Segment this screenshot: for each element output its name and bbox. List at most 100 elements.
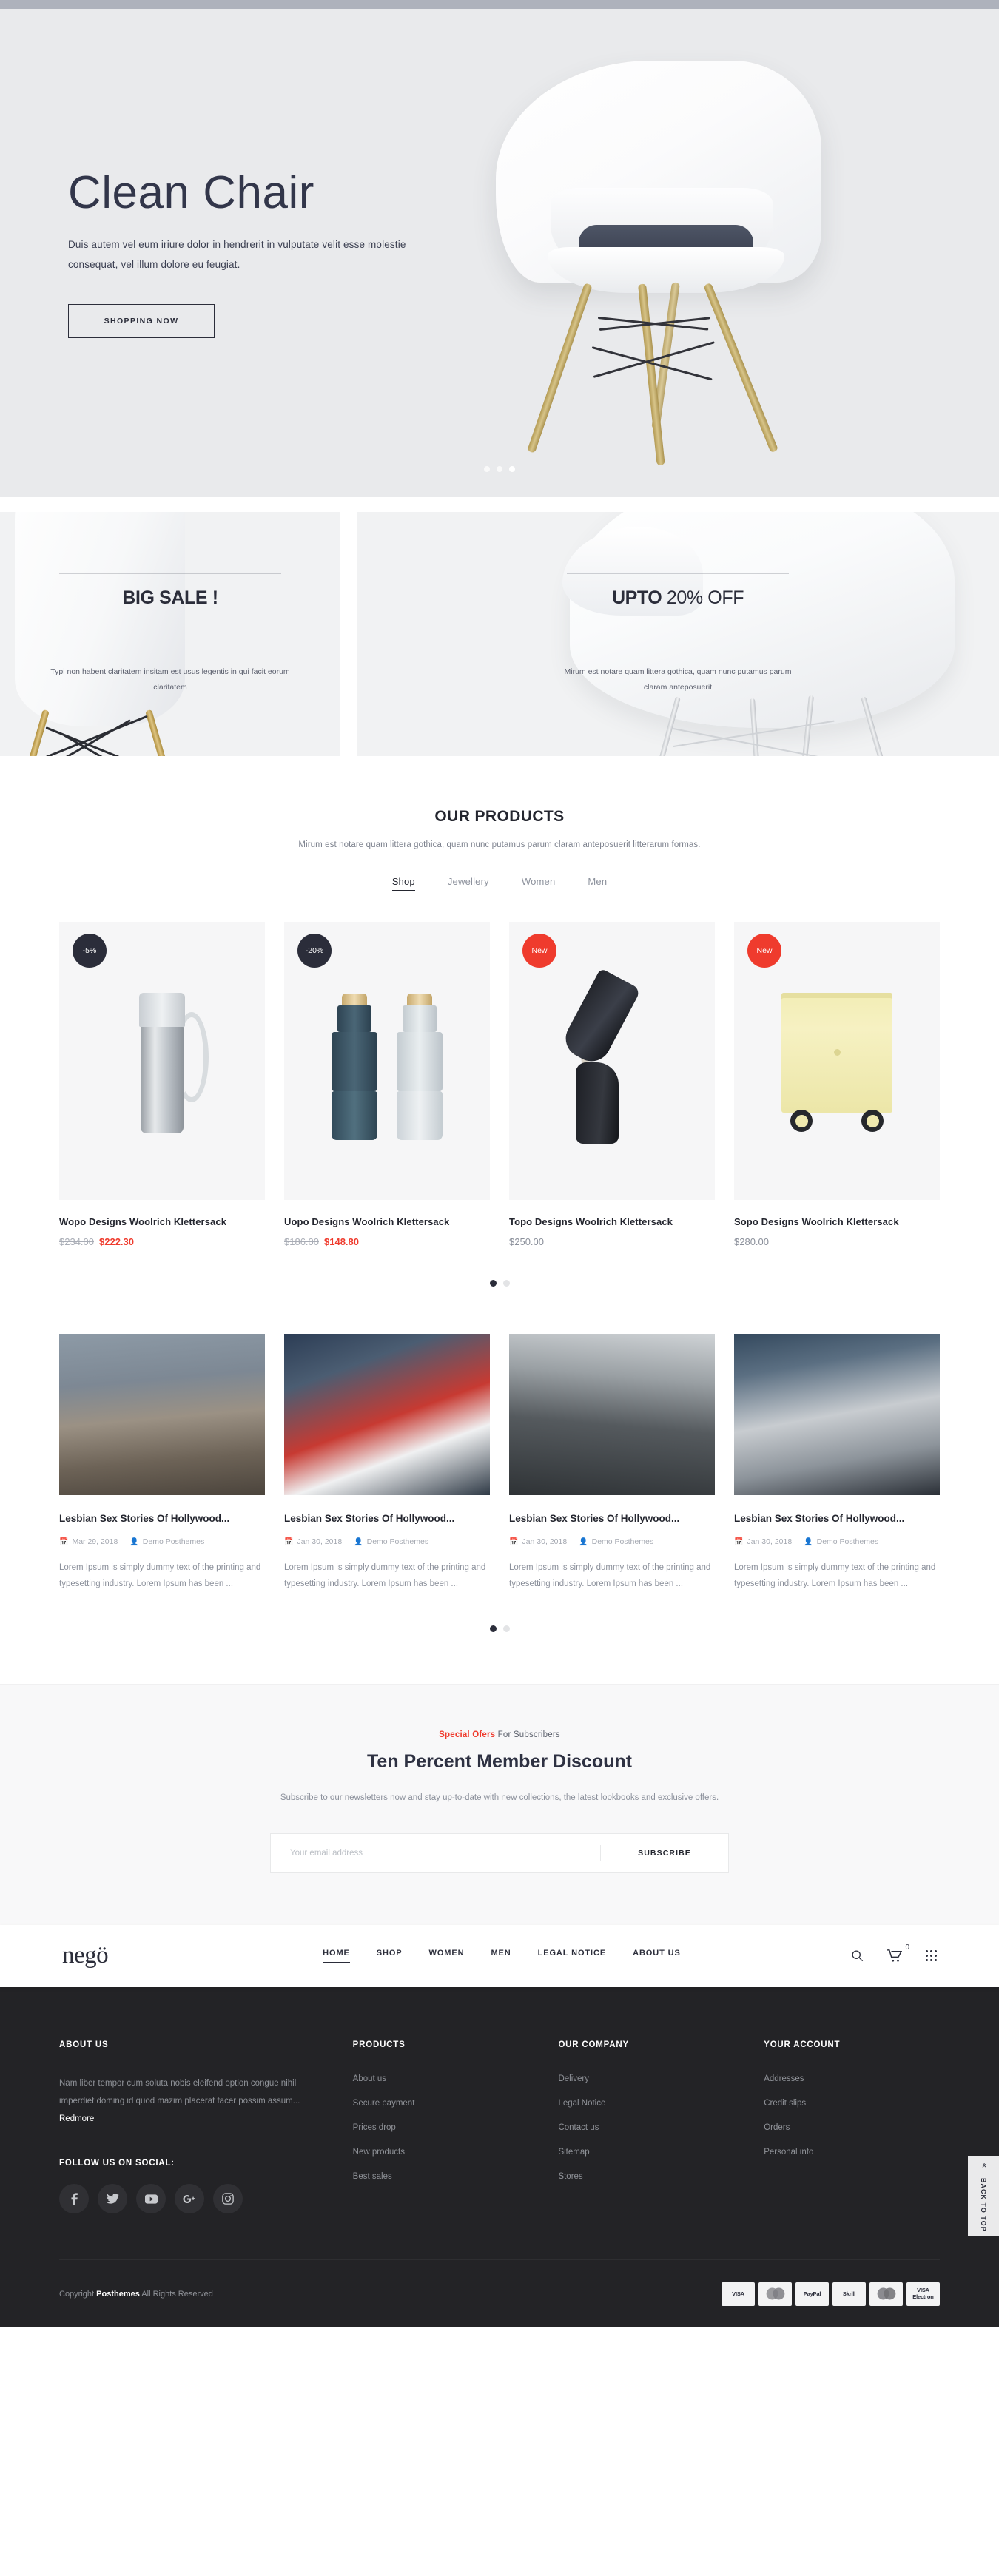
instagram-icon[interactable] — [213, 2184, 243, 2214]
payment-methods: VISA PayPal Skrill VISA Electron — [722, 2282, 940, 2306]
newsletter-form: SUBSCRIBE — [270, 1832, 729, 1873]
hero-dot-1[interactable] — [484, 466, 490, 472]
blog-image[interactable] — [509, 1334, 715, 1495]
product-card: -20% Uopo Designs Woolrich Klettersack $… — [284, 922, 490, 1247]
footer-columns: ABOUT US Nam liber tempor cum soluta nob… — [59, 2040, 940, 2214]
footer-link-new-products[interactable]: New products — [353, 2148, 529, 2157]
tab-men[interactable]: Men — [588, 876, 607, 891]
promo-title: BIG SALE ! — [122, 587, 218, 608]
cart-count-badge: 0 — [905, 1943, 909, 1952]
copyright: Copyright Posthemes All Rights Reserved — [59, 2290, 213, 2299]
search-icon[interactable] — [851, 1949, 864, 1962]
shopping-now-button[interactable]: SHOPPING NOW — [68, 304, 215, 339]
chevron-up-icon: » — [978, 2162, 989, 2168]
footer-heading-account: YOUR ACCOUNT — [764, 2040, 841, 2049]
user-icon: 👤 — [579, 1537, 588, 1546]
product-sale-price: $250.00 — [509, 1236, 544, 1247]
footer-link-credit-slips[interactable]: Credit slips — [764, 2099, 940, 2108]
footer-link-secure-payment[interactable]: Secure payment — [353, 2099, 529, 2108]
youtube-icon[interactable] — [136, 2184, 166, 2214]
google-plus-icon[interactable] — [175, 2184, 204, 2214]
blog-image[interactable] — [284, 1334, 490, 1495]
newsletter-kicker-highlight: Special Ofers — [439, 1730, 496, 1739]
product-image[interactable]: -20% — [284, 922, 490, 1200]
blog-dot-2[interactable] — [502, 1625, 510, 1632]
mastercard-icon — [758, 2282, 792, 2306]
product-name[interactable]: Sopo Designs Woolrich Klettersack — [734, 1216, 940, 1227]
blog-title[interactable]: Lesbian Sex Stories Of Hollywood... — [734, 1513, 940, 1524]
tab-women[interactable]: Women — [522, 876, 556, 891]
nav-item-legal-notice[interactable]: LEGAL NOTICE — [538, 1949, 607, 1963]
blog-excerpt: Lorem Ipsum is simply dummy text of the … — [59, 1563, 261, 1589]
nav-item-about-us[interactable]: ABOUT US — [633, 1949, 681, 1963]
tab-jewellery[interactable]: Jewellery — [448, 876, 489, 891]
footer-link-about-us[interactable]: About us — [353, 2074, 529, 2083]
email-field[interactable] — [271, 1833, 600, 1872]
twitter-icon[interactable] — [98, 2184, 127, 2214]
calendar-icon: 📅 — [509, 1537, 519, 1546]
promo-banner-big-sale[interactable]: BIG SALE ! Typi non habent claritatem in… — [0, 512, 340, 756]
product-image[interactable]: New — [734, 922, 940, 1200]
footer-link-stores[interactable]: Stores — [558, 2172, 734, 2181]
product-image[interactable]: New — [509, 922, 715, 1200]
products-header: OUR PRODUCTS Mirum est notare quam litte… — [0, 808, 999, 891]
footer-link-personal-info[interactable]: Personal info — [764, 2148, 940, 2157]
blog-date: Jan 30, 2018 — [522, 1537, 568, 1546]
main-navbar: negö HOME SHOP WOMEN MEN LEGAL NOTICE AB… — [0, 1924, 999, 1987]
footer-link-delivery[interactable]: Delivery — [558, 2074, 734, 2083]
product-dot-1[interactable] — [489, 1280, 497, 1287]
product-dot-2[interactable] — [502, 1280, 510, 1287]
blog-title[interactable]: Lesbian Sex Stories Of Hollywood... — [59, 1513, 265, 1524]
back-to-top-button[interactable]: » BACK TO TOP — [968, 2156, 999, 2236]
product-name[interactable]: Uopo Designs Woolrich Klettersack — [284, 1216, 490, 1227]
blog-meta: 📅 Jan 30, 2018 👤 Demo Posthemes — [284, 1537, 490, 1546]
blog-carousel-dots[interactable] — [59, 1625, 940, 1632]
footer-link-sitemap[interactable]: Sitemap — [558, 2148, 734, 2157]
blog-title[interactable]: Lesbian Sex Stories Of Hollywood... — [284, 1513, 490, 1524]
product-carousel-dots[interactable] — [59, 1280, 940, 1287]
promo-banner-upto-20-off[interactable]: UPTO 20% OFF Mirum est notare quam litte… — [357, 512, 999, 756]
user-icon: 👤 — [130, 1537, 139, 1546]
footer-socials — [59, 2184, 323, 2214]
subscribe-button[interactable]: SUBSCRIBE — [601, 1834, 728, 1872]
newsletter-kicker-rest: For Subscribers — [495, 1730, 560, 1739]
footer-link-orders[interactable]: Orders — [764, 2123, 940, 2132]
footer-heading-products: PRODUCTS — [352, 2040, 406, 2049]
hero-subtitle: Duis autem vel eum iriure dolor in hendr… — [68, 239, 406, 271]
nav-item-shop[interactable]: SHOP — [377, 1949, 403, 1963]
footer-bottom-bar: Copyright Posthemes All Rights Reserved … — [59, 2259, 940, 2327]
blog-title[interactable]: Lesbian Sex Stories Of Hollywood... — [509, 1513, 715, 1524]
promo-description: Mirum est notare quam littera gothica, q… — [564, 667, 792, 692]
tab-shop[interactable]: Shop — [391, 876, 415, 891]
blog-excerpt: Lorem Ipsum is simply dummy text of the … — [509, 1563, 711, 1589]
nav-item-men[interactable]: MEN — [491, 1949, 511, 1963]
blog-grid: Lesbian Sex Stories Of Hollywood... 📅 Ma… — [59, 1334, 940, 1593]
cart-icon[interactable]: 0 — [887, 1943, 909, 1963]
footer-link-best-sales[interactable]: Best sales — [353, 2172, 529, 2181]
apps-grid-icon[interactable] — [926, 1950, 937, 1962]
footer-link-prices-drop[interactable]: Prices drop — [353, 2123, 529, 2132]
product-sale-price: $148.80 — [324, 1236, 359, 1247]
hero-dot-3[interactable] — [509, 466, 515, 472]
footer-readmore-link[interactable]: Redmore — [59, 2114, 94, 2123]
nav-item-home[interactable]: HOME — [323, 1949, 350, 1963]
product-old-price: $186.00 — [284, 1236, 319, 1247]
hero-slider: Clean Chair Duis autem vel eum iriure do… — [0, 9, 999, 497]
facebook-icon[interactable] — [59, 2184, 89, 2214]
calendar-icon: 📅 — [734, 1537, 744, 1546]
product-name[interactable]: Wopo Designs Woolrich Klettersack — [59, 1216, 265, 1227]
blog-dot-1[interactable] — [489, 1625, 497, 1632]
nav-item-women[interactable]: WOMEN — [429, 1949, 465, 1963]
promo-title-light: 20% OFF — [666, 587, 744, 608]
product-image[interactable]: -5% — [59, 922, 265, 1200]
footer-link-contact-us[interactable]: Contact us — [558, 2123, 734, 2132]
blog-image[interactable] — [59, 1334, 265, 1495]
site-logo[interactable]: negö — [62, 1942, 109, 1969]
footer-link-legal-notice[interactable]: Legal Notice — [558, 2099, 734, 2108]
blog-image[interactable] — [734, 1334, 940, 1495]
footer-link-addresses[interactable]: Addresses — [764, 2074, 940, 2083]
hero-slider-dots[interactable] — [484, 466, 515, 472]
blog-excerpt: Lorem Ipsum is simply dummy text of the … — [734, 1563, 936, 1589]
hero-dot-2[interactable] — [497, 466, 502, 472]
product-name[interactable]: Topo Designs Woolrich Klettersack — [509, 1216, 715, 1227]
